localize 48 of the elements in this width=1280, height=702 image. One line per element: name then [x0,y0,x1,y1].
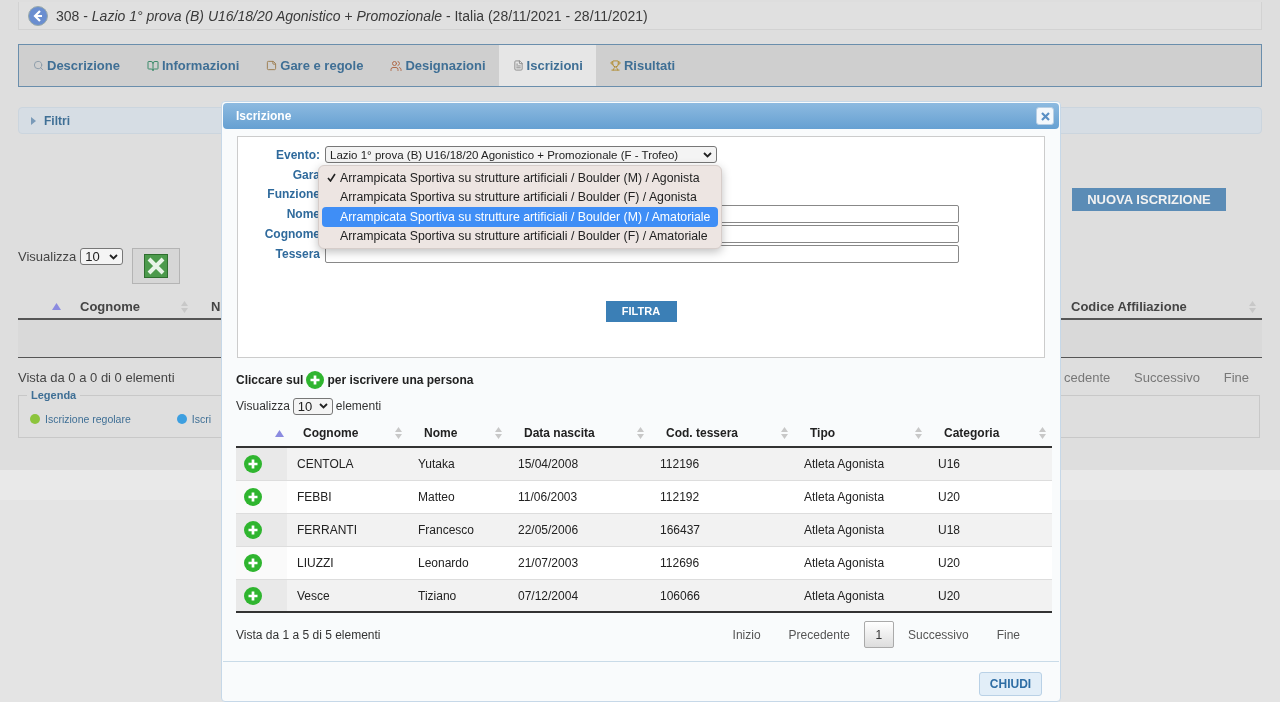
table-cell-text: Francesco [417,523,476,537]
table-cell-text: Atleta Agonista [803,556,886,570]
table-cell-text: 21/07/2003 [517,556,580,570]
page-size-label: Visualizza [236,399,290,413]
table-cell-text: U16 [937,457,961,471]
table-cell-text: FEBBI [296,490,333,504]
dialog-title: Iscrizione [236,109,292,123]
table-cell-text: 166437 [659,523,702,537]
event-title: 308 - Lazio 1° prova (B) U16/18/20 Agonistico + Promozionale - Italia (28/11/2021 - 28/11/2021) [56,7,648,24]
table-info: Vista da 1 a 5 di 5 elementi [236,627,381,642]
table-cell-text: U18 [937,523,961,537]
table-cell-text: Leonardo [417,556,470,570]
field-label: Evento: [275,147,320,162]
table-cell-text: U20 [937,588,961,603]
hint-text: per iscrivere una persona [327,373,474,387]
table-cell-text: 112696 [659,556,701,570]
table-cell-text: Atleta Agonista [803,588,886,603]
table-cell-text: U20 [937,490,961,504]
table-cell-text: Yutaka [417,457,456,471]
table-info: Vista da 0 a 0 di 0 elementi [18,369,175,385]
filters-label: Filtri [44,113,70,128]
field-label: Funzione [266,187,320,202]
page-size-suffix: elementi [335,399,382,413]
table-cell-text: LIUZZI [296,556,335,570]
field-label: Cognome [263,227,320,242]
table-cell-text: CENTOLA [296,457,355,471]
page-size-label: Visualizza [18,249,77,264]
legend-label: Iscri [191,412,212,425]
table-cell-text: 15/04/2008 [517,457,580,471]
table-cell-text: 11/06/2003 [517,490,579,504]
table-cell-text: U20 [937,556,961,570]
table-cell-text: Atleta Agonista [803,490,886,504]
field-label: Tessera [274,246,320,261]
table-cell-text: FERRANTI [296,523,358,537]
table-cell-text: Vesce [296,588,331,603]
table-cell-text: Tiziano [417,588,458,603]
table-cell-text: Matteo [417,490,456,504]
table-cell-text: 106066 [659,588,702,603]
legend-label: Iscrizione regolare [45,412,131,425]
legend-title: Legenda [27,389,81,401]
hint-text: Cliccare sul [236,373,304,387]
table-cell-text: 07/12/2004 [517,588,580,603]
field-label: Nome [285,207,320,222]
table-cell-text: 22/05/2006 [517,523,580,537]
table-cell-text: 112196 [659,457,701,471]
table-cell-text: Atleta Agonista [803,457,886,471]
table-cell-text: 112192 [659,490,701,504]
table-cell-text: Atleta Agonista [803,523,886,537]
